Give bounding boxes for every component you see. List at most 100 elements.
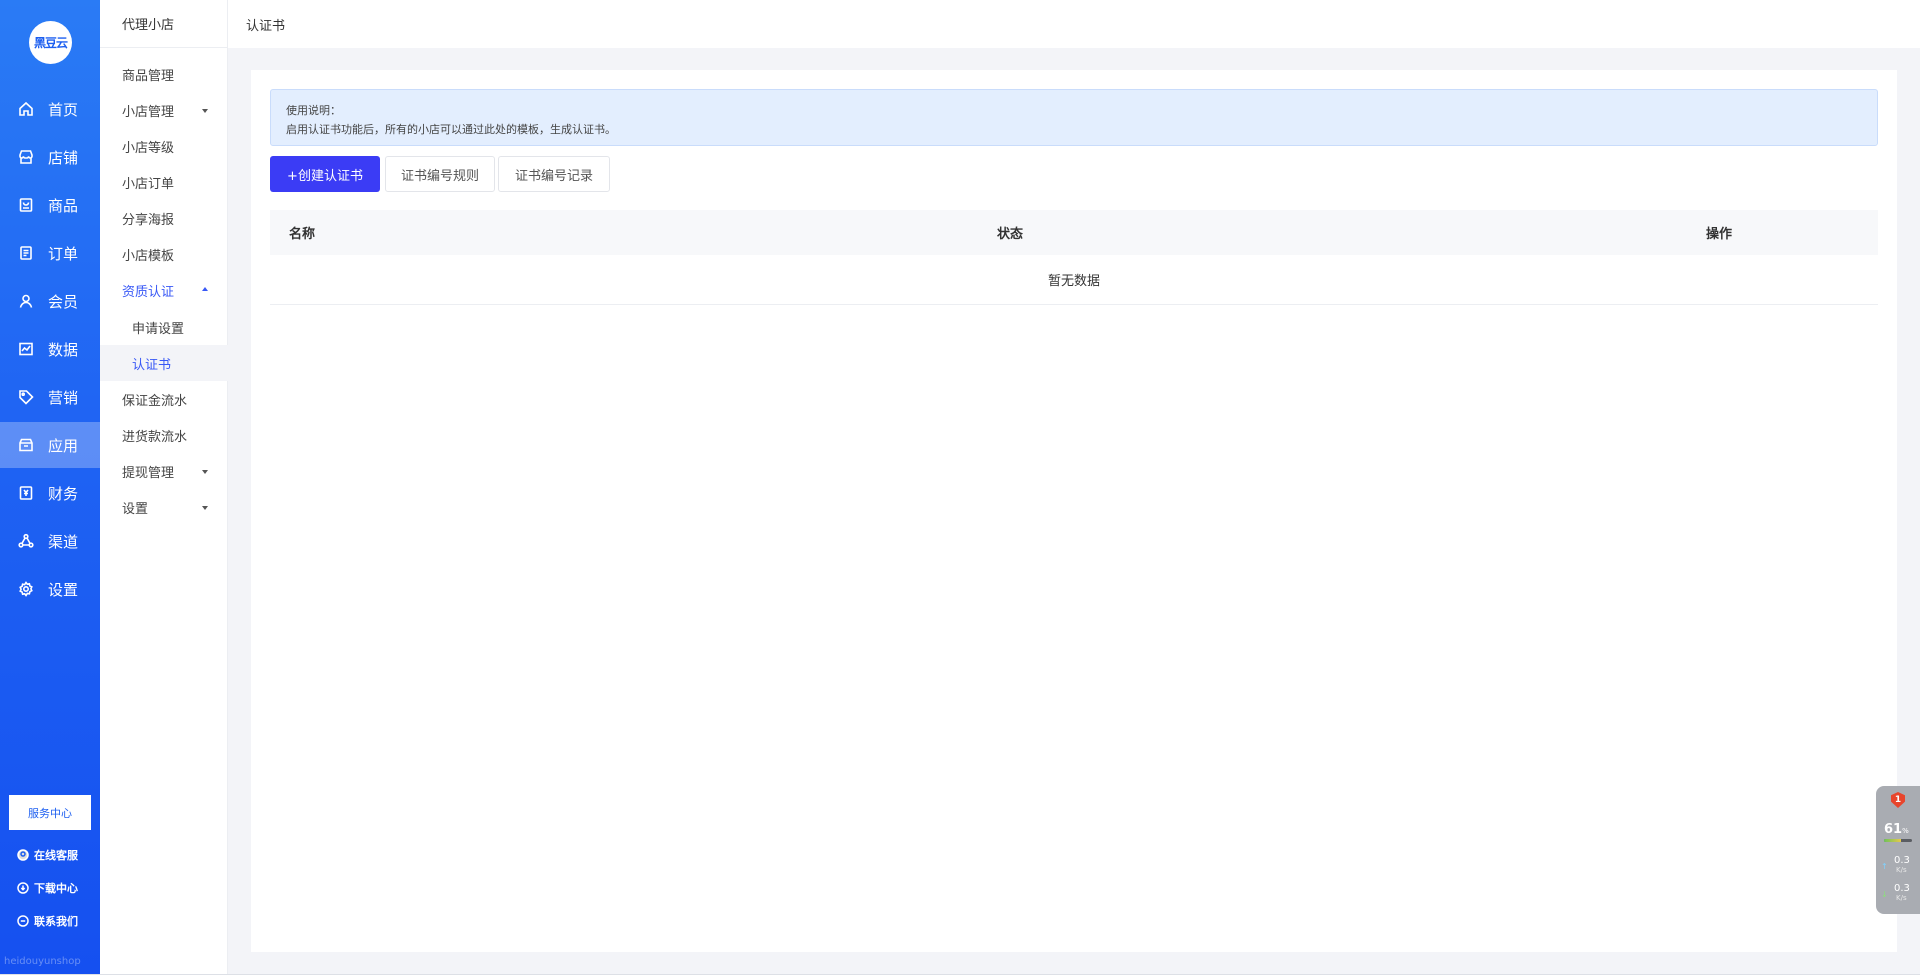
nav-label: 设置 — [48, 580, 79, 599]
sec-item-share-poster[interactable]: 分享海报 — [100, 200, 228, 236]
download-center-label: 下载中心 — [34, 882, 78, 895]
customer-service-icon — [17, 849, 29, 861]
main-card: 使用说明： 启用认证书功能后，所有的小店可以通过此处的模板，生成认证书。 +创建… — [251, 70, 1897, 952]
brand-logo[interactable]: 黑豆云 — [29, 21, 72, 64]
service-center-button[interactable]: 服务中心 — [9, 795, 91, 830]
sec-item-label: 小店管理 — [122, 104, 175, 120]
nav-item-data[interactable]: 数据 — [0, 326, 100, 372]
empty-text: 暂无数据 — [1047, 274, 1100, 289]
sec-item-shop-orders[interactable]: 小店订单 — [100, 164, 228, 200]
nav-item-home[interactable]: 首页 — [0, 86, 100, 132]
sec-item-deposit-flow[interactable]: 保证金流水 — [100, 381, 228, 417]
home-icon — [19, 101, 33, 116]
sec-item-qualification[interactable]: 资质认证 — [100, 272, 228, 308]
online-service-label: 在线客服 — [34, 849, 78, 862]
shop-icon — [19, 150, 33, 164]
nav-item-channel[interactable]: 渠道 — [0, 518, 100, 564]
nav-label: 商品 — [48, 196, 79, 215]
column-header-name: 名称 — [289, 227, 316, 242]
goods-icon — [19, 198, 33, 212]
nav-item-shop[interactable]: 店铺 — [0, 134, 100, 180]
percent-value: 61 — [1884, 822, 1903, 837]
download-rate: 0.3 — [1894, 883, 1910, 894]
sec-item-label: 设置 — [122, 501, 149, 517]
online-service-link[interactable]: 在线客服 — [17, 846, 78, 864]
order-icon — [20, 246, 32, 260]
contact-us-link[interactable]: 联系我们 — [17, 912, 78, 930]
column-header-status: 状态 — [997, 227, 1024, 242]
nav-item-app[interactable]: 应用 — [0, 422, 100, 468]
memory-percent: 61% — [1884, 822, 1909, 837]
column-header-action: 操作 — [1706, 227, 1733, 242]
tag-icon — [19, 390, 34, 405]
sec-item-certificate[interactable]: 认证书 — [100, 345, 228, 381]
numbering-record-button[interactable]: 证书编号记录 — [498, 156, 610, 192]
sec-item-withdraw-management[interactable]: 提现管理 — [100, 453, 228, 489]
contact-icon — [17, 915, 29, 927]
notice-title: 使用说明： — [286, 104, 341, 117]
usage-bar-fill — [1884, 839, 1902, 842]
sec-item-purchase-flow[interactable]: 进货款流水 — [100, 417, 228, 453]
nav-item-order[interactable]: 订单 — [0, 230, 100, 276]
member-icon — [19, 294, 33, 308]
nav-label: 财务 — [48, 484, 79, 503]
nav-label: 营销 — [48, 388, 79, 407]
sec-item-shop-level[interactable]: 小店等级 — [100, 128, 228, 164]
watermark: heidouyunshop — [4, 956, 81, 967]
sec-item-settings[interactable]: 设置 — [100, 489, 228, 525]
shield-badge-icon: 1 — [1891, 792, 1905, 808]
download-rate-unit: K/s — [1896, 894, 1907, 902]
sec-item-application-settings[interactable]: 申请设置 — [100, 309, 228, 345]
top-bar: 认证书 — [228, 0, 1920, 48]
sec-item-label: 分享海报 — [122, 212, 175, 228]
secondary-sidebar-title: 代理小店 — [100, 0, 227, 48]
system-monitor-widget[interactable]: 1 61% ↑ 0.3 K/s ↓ 0.3 K/s — [1876, 786, 1920, 914]
download-arrow-icon: ↓ — [1881, 890, 1888, 899]
create-certificate-button[interactable]: +创建认证书 — [270, 156, 380, 192]
download-center-link[interactable]: 下载中心 — [17, 879, 78, 897]
chevron-down-icon — [202, 506, 208, 510]
percent-unit: % — [1902, 827, 1909, 835]
sec-item-goods-management[interactable]: 商品管理 — [100, 56, 228, 92]
nav-item-goods[interactable]: 商品 — [0, 182, 100, 228]
table-empty-state: 暂无数据 — [270, 255, 1878, 305]
usage-bar — [1884, 839, 1912, 842]
upload-arrow-icon: ↑ — [1881, 862, 1888, 871]
chevron-down-icon — [202, 470, 208, 474]
nav-item-marketing[interactable]: 营销 — [0, 374, 100, 420]
table-header: 名称 状态 操作 — [270, 210, 1878, 255]
sec-item-shop-management[interactable]: 小店管理 — [100, 92, 228, 128]
contact-us-label: 联系我们 — [34, 915, 78, 928]
breadcrumb: 认证书 — [246, 18, 286, 34]
sec-item-label: 申请设置 — [132, 321, 185, 337]
sec-item-shop-template[interactable]: 小店模板 — [100, 236, 228, 272]
notice-body: 启用认证书功能后，所有的小店可以通过此处的模板，生成认证书。 — [286, 123, 616, 136]
app-icon — [19, 438, 33, 452]
sec-item-label: 资质认证 — [122, 284, 175, 300]
nav-label: 应用 — [48, 436, 79, 455]
secondary-sidebar: 代理小店 商品管理 小店管理 小店等级 小店订单 分享海报 小店模板 资质认证 … — [100, 0, 228, 975]
sec-item-label: 保证金流水 — [122, 393, 188, 409]
sec-item-label: 小店订单 — [122, 176, 175, 192]
sec-item-label: 进货款流水 — [122, 429, 188, 445]
nav-label: 渠道 — [48, 532, 79, 551]
numbering-rule-button[interactable]: 证书编号规则 — [385, 156, 495, 192]
upload-rate: 0.3 — [1894, 855, 1910, 866]
sec-item-label: 小店等级 — [122, 140, 175, 156]
sec-item-label: 小店模板 — [122, 248, 175, 264]
nav-label: 会员 — [48, 292, 79, 311]
nav-label: 数据 — [48, 340, 79, 359]
upload-rate-unit: K/s — [1896, 866, 1907, 874]
nav-label: 首页 — [48, 100, 79, 119]
nav-item-member[interactable]: 会员 — [0, 278, 100, 324]
nav-label: 订单 — [48, 244, 79, 263]
nav-item-settings[interactable]: 设置 — [0, 566, 100, 612]
chart-icon — [19, 342, 33, 356]
chevron-down-icon — [202, 109, 208, 113]
nav-item-finance[interactable]: 财务 — [0, 470, 100, 516]
download-icon — [17, 882, 29, 894]
settings-icon — [19, 581, 33, 597]
sec-item-label: 提现管理 — [122, 465, 175, 481]
chevron-up-icon — [202, 287, 208, 291]
nav-label: 店铺 — [48, 148, 79, 167]
